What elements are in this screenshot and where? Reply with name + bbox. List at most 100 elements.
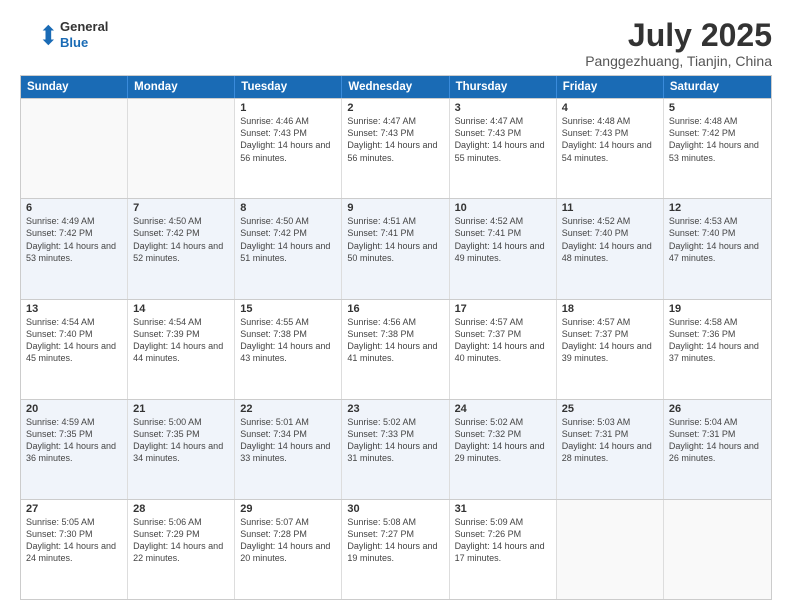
day-number: 16 [347,303,443,315]
day-number: 14 [133,303,229,315]
logo-svg [20,18,54,52]
cal-cell-empty [557,500,664,599]
day-info: Sunrise: 5:04 AMSunset: 7:31 PMDaylight:… [669,416,766,465]
cal-cell-day-19: 19Sunrise: 4:58 AMSunset: 7:36 PMDayligh… [664,300,771,399]
day-number: 31 [455,503,551,515]
day-info: Sunrise: 4:57 AMSunset: 7:37 PMDaylight:… [455,316,551,365]
day-number: 11 [562,202,658,214]
cal-week-1: 1Sunrise: 4:46 AMSunset: 7:43 PMDaylight… [21,98,771,198]
cal-cell-day-26: 26Sunrise: 5:04 AMSunset: 7:31 PMDayligh… [664,400,771,499]
subtitle: Panggezhuang, Tianjin, China [585,53,772,69]
cal-cell-empty [21,99,128,198]
cal-cell-day-17: 17Sunrise: 4:57 AMSunset: 7:37 PMDayligh… [450,300,557,399]
day-number: 21 [133,403,229,415]
day-number: 26 [669,403,766,415]
day-info: Sunrise: 5:09 AMSunset: 7:26 PMDaylight:… [455,516,551,565]
day-number: 17 [455,303,551,315]
cal-header-monday: Monday [128,76,235,98]
day-number: 1 [240,102,336,114]
day-info: Sunrise: 5:02 AMSunset: 7:33 PMDaylight:… [347,416,443,465]
cal-cell-day-24: 24Sunrise: 5:02 AMSunset: 7:32 PMDayligh… [450,400,557,499]
day-info: Sunrise: 4:51 AMSunset: 7:41 PMDaylight:… [347,215,443,264]
logo: General Blue [20,18,108,52]
cal-cell-day-23: 23Sunrise: 5:02 AMSunset: 7:33 PMDayligh… [342,400,449,499]
cal-cell-day-5: 5Sunrise: 4:48 AMSunset: 7:42 PMDaylight… [664,99,771,198]
day-number: 29 [240,503,336,515]
cal-week-4: 20Sunrise: 4:59 AMSunset: 7:35 PMDayligh… [21,399,771,499]
cal-header-sunday: Sunday [21,76,128,98]
cal-cell-day-16: 16Sunrise: 4:56 AMSunset: 7:38 PMDayligh… [342,300,449,399]
day-number: 9 [347,202,443,214]
day-number: 25 [562,403,658,415]
day-info: Sunrise: 4:52 AMSunset: 7:40 PMDaylight:… [562,215,658,264]
cal-cell-day-4: 4Sunrise: 4:48 AMSunset: 7:43 PMDaylight… [557,99,664,198]
cal-header-friday: Friday [557,76,664,98]
cal-cell-day-18: 18Sunrise: 4:57 AMSunset: 7:37 PMDayligh… [557,300,664,399]
day-info: Sunrise: 4:56 AMSunset: 7:38 PMDaylight:… [347,316,443,365]
day-info: Sunrise: 5:06 AMSunset: 7:29 PMDaylight:… [133,516,229,565]
day-info: Sunrise: 4:54 AMSunset: 7:39 PMDaylight:… [133,316,229,365]
cal-cell-day-22: 22Sunrise: 5:01 AMSunset: 7:34 PMDayligh… [235,400,342,499]
calendar-header: SundayMondayTuesdayWednesdayThursdayFrid… [21,76,771,98]
day-info: Sunrise: 4:50 AMSunset: 7:42 PMDaylight:… [240,215,336,264]
day-info: Sunrise: 4:50 AMSunset: 7:42 PMDaylight:… [133,215,229,264]
cal-cell-day-20: 20Sunrise: 4:59 AMSunset: 7:35 PMDayligh… [21,400,128,499]
cal-cell-day-10: 10Sunrise: 4:52 AMSunset: 7:41 PMDayligh… [450,199,557,298]
day-info: Sunrise: 4:48 AMSunset: 7:43 PMDaylight:… [562,115,658,164]
day-info: Sunrise: 4:59 AMSunset: 7:35 PMDaylight:… [26,416,122,465]
day-number: 18 [562,303,658,315]
day-info: Sunrise: 5:05 AMSunset: 7:30 PMDaylight:… [26,516,122,565]
cal-cell-day-31: 31Sunrise: 5:09 AMSunset: 7:26 PMDayligh… [450,500,557,599]
day-number: 28 [133,503,229,515]
day-number: 7 [133,202,229,214]
day-info: Sunrise: 4:55 AMSunset: 7:38 PMDaylight:… [240,316,336,365]
day-number: 13 [26,303,122,315]
day-number: 8 [240,202,336,214]
day-info: Sunrise: 4:47 AMSunset: 7:43 PMDaylight:… [347,115,443,164]
day-number: 27 [26,503,122,515]
cal-cell-day-12: 12Sunrise: 4:53 AMSunset: 7:40 PMDayligh… [664,199,771,298]
cal-cell-day-8: 8Sunrise: 4:50 AMSunset: 7:42 PMDaylight… [235,199,342,298]
day-info: Sunrise: 5:07 AMSunset: 7:28 PMDaylight:… [240,516,336,565]
day-info: Sunrise: 5:02 AMSunset: 7:32 PMDaylight:… [455,416,551,465]
day-number: 5 [669,102,766,114]
cal-header-wednesday: Wednesday [342,76,449,98]
day-info: Sunrise: 4:47 AMSunset: 7:43 PMDaylight:… [455,115,551,164]
cal-header-saturday: Saturday [664,76,771,98]
day-info: Sunrise: 4:48 AMSunset: 7:42 PMDaylight:… [669,115,766,164]
calendar-body: 1Sunrise: 4:46 AMSunset: 7:43 PMDaylight… [21,98,771,599]
cal-cell-day-9: 9Sunrise: 4:51 AMSunset: 7:41 PMDaylight… [342,199,449,298]
day-number: 10 [455,202,551,214]
day-number: 22 [240,403,336,415]
logo-general: General [60,19,108,35]
day-info: Sunrise: 4:58 AMSunset: 7:36 PMDaylight:… [669,316,766,365]
cal-week-3: 13Sunrise: 4:54 AMSunset: 7:40 PMDayligh… [21,299,771,399]
day-number: 12 [669,202,766,214]
day-info: Sunrise: 5:00 AMSunset: 7:35 PMDaylight:… [133,416,229,465]
day-number: 19 [669,303,766,315]
cal-cell-day-6: 6Sunrise: 4:49 AMSunset: 7:42 PMDaylight… [21,199,128,298]
day-info: Sunrise: 4:57 AMSunset: 7:37 PMDaylight:… [562,316,658,365]
day-info: Sunrise: 4:46 AMSunset: 7:43 PMDaylight:… [240,115,336,164]
day-info: Sunrise: 4:53 AMSunset: 7:40 PMDaylight:… [669,215,766,264]
cal-cell-day-14: 14Sunrise: 4:54 AMSunset: 7:39 PMDayligh… [128,300,235,399]
cal-cell-day-15: 15Sunrise: 4:55 AMSunset: 7:38 PMDayligh… [235,300,342,399]
day-number: 30 [347,503,443,515]
cal-cell-day-13: 13Sunrise: 4:54 AMSunset: 7:40 PMDayligh… [21,300,128,399]
day-number: 2 [347,102,443,114]
cal-week-5: 27Sunrise: 5:05 AMSunset: 7:30 PMDayligh… [21,499,771,599]
cal-cell-day-3: 3Sunrise: 4:47 AMSunset: 7:43 PMDaylight… [450,99,557,198]
day-number: 23 [347,403,443,415]
calendar: SundayMondayTuesdayWednesdayThursdayFrid… [20,75,772,600]
cal-header-tuesday: Tuesday [235,76,342,98]
day-info: Sunrise: 4:54 AMSunset: 7:40 PMDaylight:… [26,316,122,365]
cal-cell-day-30: 30Sunrise: 5:08 AMSunset: 7:27 PMDayligh… [342,500,449,599]
day-number: 20 [26,403,122,415]
page: General Blue July 2025 Panggezhuang, Tia… [0,0,792,612]
cal-cell-day-2: 2Sunrise: 4:47 AMSunset: 7:43 PMDaylight… [342,99,449,198]
cal-week-2: 6Sunrise: 4:49 AMSunset: 7:42 PMDaylight… [21,198,771,298]
day-info: Sunrise: 5:08 AMSunset: 7:27 PMDaylight:… [347,516,443,565]
day-number: 3 [455,102,551,114]
day-number: 6 [26,202,122,214]
day-info: Sunrise: 5:01 AMSunset: 7:34 PMDaylight:… [240,416,336,465]
